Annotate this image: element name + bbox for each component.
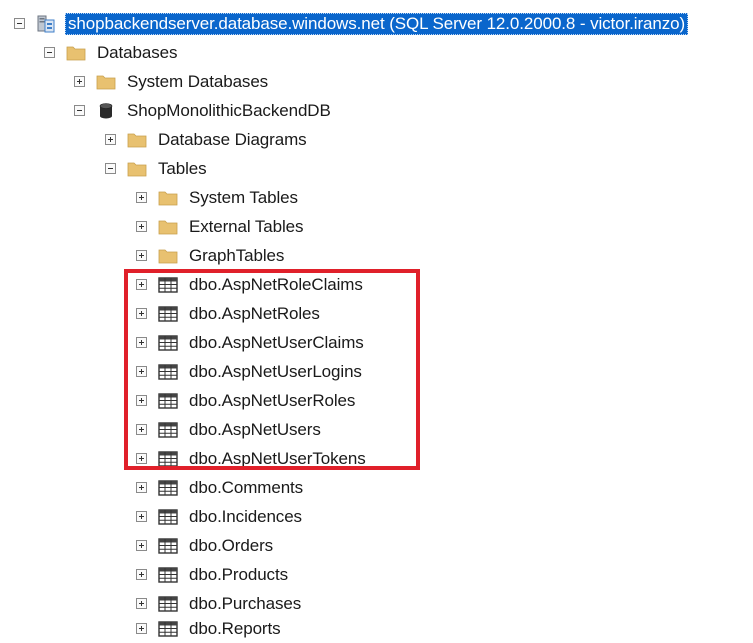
table-node[interactable]: dbo.Comments xyxy=(136,473,305,502)
object-explorer-tree: shopbackendserver.database.windows.net (… xyxy=(0,0,753,642)
table-node[interactable]: dbo.AspNetUsers xyxy=(136,415,323,444)
folder-icon xyxy=(158,247,178,265)
table-icon xyxy=(158,276,178,294)
expand-toggle[interactable] xyxy=(136,308,147,319)
table-icon xyxy=(158,620,178,638)
expand-toggle[interactable] xyxy=(136,598,147,609)
system-databases-label[interactable]: System Databases xyxy=(125,71,270,93)
database-node[interactable]: ShopMonolithicBackendDB xyxy=(74,96,333,125)
expand-toggle[interactable] xyxy=(136,569,147,580)
graph-tables-node[interactable]: GraphTables xyxy=(136,241,286,270)
collapse-toggle[interactable] xyxy=(105,163,116,174)
tables-label[interactable]: Tables xyxy=(156,158,209,180)
table-node[interactable]: dbo.Incidences xyxy=(136,502,304,531)
table-icon xyxy=(158,305,178,323)
expand-toggle[interactable] xyxy=(136,366,147,377)
folder-icon xyxy=(96,73,116,91)
table-folder-label[interactable]: GraphTables xyxy=(187,245,286,267)
database-diagrams-node[interactable]: Database Diagrams xyxy=(105,125,309,154)
table-label[interactable]: dbo.Orders xyxy=(187,535,275,557)
database-diagrams-label[interactable]: Database Diagrams xyxy=(156,129,309,151)
table-icon xyxy=(158,566,178,584)
expand-toggle[interactable] xyxy=(136,337,147,348)
expand-toggle[interactable] xyxy=(136,540,147,551)
collapse-toggle[interactable] xyxy=(74,105,85,116)
collapse-toggle[interactable] xyxy=(14,18,25,29)
database-label[interactable]: ShopMonolithicBackendDB xyxy=(125,100,333,122)
table-label[interactable]: dbo.Products xyxy=(187,564,290,586)
folder-icon xyxy=(158,189,178,207)
table-icon xyxy=(158,508,178,526)
expand-toggle[interactable] xyxy=(136,511,147,522)
table-label[interactable]: dbo.Purchases xyxy=(187,593,303,615)
table-node[interactable]: dbo.Reports xyxy=(136,614,283,643)
server-label[interactable]: shopbackendserver.database.windows.net (… xyxy=(65,12,689,35)
expand-toggle[interactable] xyxy=(136,623,147,634)
table-node[interactable]: dbo.AspNetUserTokens xyxy=(136,444,368,473)
table-node[interactable]: dbo.AspNetUserLogins xyxy=(136,357,364,386)
table-node[interactable]: dbo.AspNetUserClaims xyxy=(136,328,366,357)
table-label[interactable]: dbo.AspNetRoleClaims xyxy=(187,274,365,296)
table-icon xyxy=(158,392,178,410)
table-label[interactable]: dbo.AspNetUserClaims xyxy=(187,332,366,354)
table-label[interactable]: dbo.Reports xyxy=(187,618,283,640)
table-label[interactable]: dbo.AspNetRoles xyxy=(187,303,322,325)
system-tables-node[interactable]: System Tables xyxy=(136,183,300,212)
table-folder-label[interactable]: External Tables xyxy=(187,216,305,238)
external-tables-node[interactable]: External Tables xyxy=(136,212,305,241)
folder-icon xyxy=(127,131,147,149)
table-icon xyxy=(158,537,178,555)
expand-toggle[interactable] xyxy=(136,221,147,232)
databases-node[interactable]: Databases xyxy=(44,38,179,67)
table-label[interactable]: dbo.AspNetUserLogins xyxy=(187,361,364,383)
expand-toggle[interactable] xyxy=(136,192,147,203)
table-node[interactable]: dbo.Orders xyxy=(136,531,275,560)
folder-icon xyxy=(158,218,178,236)
folder-icon xyxy=(127,160,147,178)
expand-toggle[interactable] xyxy=(136,482,147,493)
table-label[interactable]: dbo.Incidences xyxy=(187,506,304,528)
expand-toggle[interactable] xyxy=(136,250,147,261)
tables-node[interactable]: Tables xyxy=(105,154,209,183)
databases-label[interactable]: Databases xyxy=(95,42,179,64)
expand-toggle[interactable] xyxy=(136,453,147,464)
table-node[interactable]: dbo.AspNetUserRoles xyxy=(136,386,357,415)
table-icon xyxy=(158,595,178,613)
expand-toggle[interactable] xyxy=(136,395,147,406)
table-label[interactable]: dbo.AspNetUsers xyxy=(187,419,323,441)
expand-toggle[interactable] xyxy=(105,134,116,145)
table-icon xyxy=(158,334,178,352)
table-icon xyxy=(158,479,178,497)
folder-icon xyxy=(66,44,86,62)
expand-toggle[interactable] xyxy=(136,424,147,435)
collapse-toggle[interactable] xyxy=(44,47,55,58)
database-icon xyxy=(96,102,116,120)
table-label[interactable]: dbo.Comments xyxy=(187,477,305,499)
server-node[interactable]: shopbackendserver.database.windows.net (… xyxy=(14,9,689,38)
expand-toggle[interactable] xyxy=(136,279,147,290)
table-icon xyxy=(158,450,178,468)
table-folder-label[interactable]: System Tables xyxy=(187,187,300,209)
table-icon xyxy=(158,363,178,381)
table-node[interactable]: dbo.AspNetRoleClaims xyxy=(136,270,365,299)
table-node[interactable]: dbo.AspNetRoles xyxy=(136,299,322,328)
table-label[interactable]: dbo.AspNetUserRoles xyxy=(187,390,357,412)
expand-toggle[interactable] xyxy=(74,76,85,87)
system-databases-node[interactable]: System Databases xyxy=(74,67,270,96)
server-icon xyxy=(36,15,56,33)
table-label[interactable]: dbo.AspNetUserTokens xyxy=(187,448,368,470)
table-node[interactable]: dbo.Products xyxy=(136,560,290,589)
table-icon xyxy=(158,421,178,439)
